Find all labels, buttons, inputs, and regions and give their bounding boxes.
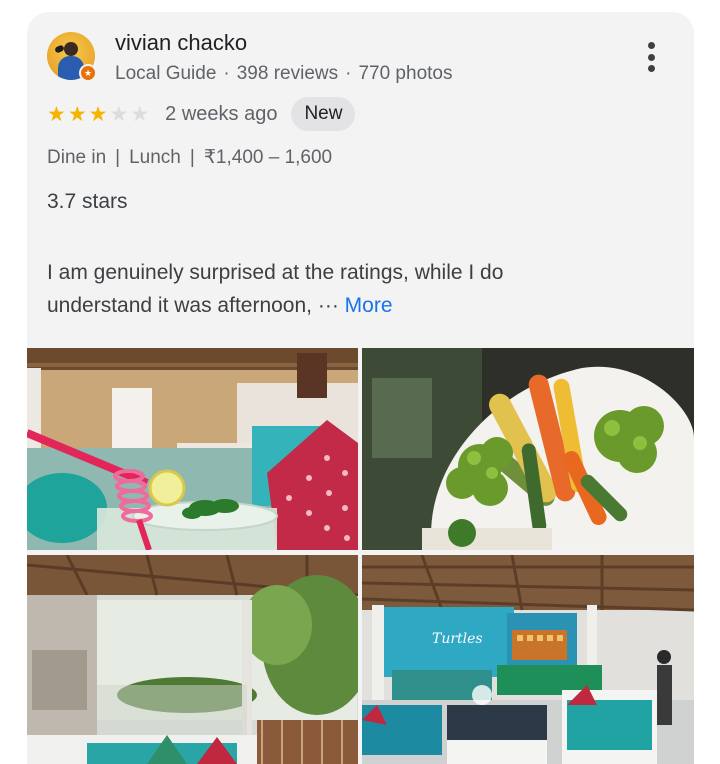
star-rating: ★ ★ ★ ★ ★ [47, 104, 149, 125]
star-filled-icon: ★ [67, 102, 87, 126]
new-badge: New [291, 97, 356, 131]
ellipsis: ··· [317, 294, 339, 317]
author-name[interactable]: vivian chacko [115, 30, 247, 56]
stars-text: 3.7 stars [47, 190, 128, 213]
visit-tags: Dine in | Lunch | ₹1,400 – 1,600 [47, 146, 332, 169]
meta-separator: · [223, 63, 230, 84]
rating-row: ★ ★ ★ ★ ★ 2 weeks ago New [47, 97, 356, 131]
visit-meal: Lunch [129, 147, 181, 168]
review-text-line-1: I am genuinely surprised at the ratings,… [47, 261, 504, 284]
local-guide-badge-icon: ★ [79, 64, 97, 82]
garden-seating-photo[interactable] [27, 555, 358, 764]
review-time: 2 weeks ago [165, 102, 278, 125]
star-empty-icon: ★ [130, 102, 150, 126]
visit-separator: | [189, 147, 195, 168]
review-text-line-2: understand it was afternoon, [47, 294, 318, 317]
visit-price: ₹1,400 – 1,600 [203, 147, 333, 168]
visit-type: Dine in [47, 147, 107, 168]
star-filled-icon: ★ [47, 102, 66, 126]
more-link[interactable]: More [345, 294, 393, 317]
local-guide-label: Local Guide [115, 63, 217, 84]
turtles-cafe-interior-photo[interactable]: Turtles [362, 555, 694, 764]
author-meta: Local Guide · 398 reviews · 770 photos [115, 63, 452, 85]
grilled-vegetables-photo[interactable] [362, 348, 694, 550]
mojito-drink-photo[interactable] [27, 348, 358, 550]
review-card[interactable]: ★ vivian chacko Local Guide · 398 reviews ·… [27, 12, 694, 764]
review-count: 398 reviews [236, 63, 339, 84]
more-vert-icon[interactable] [639, 40, 663, 74]
star-empty-icon: ★ [109, 102, 129, 126]
star-filled-icon: ★ [88, 102, 108, 126]
photo-count: 770 photos [358, 63, 453, 84]
turtles-sign: Turtles [432, 631, 483, 647]
review-text: I am genuinely surprised at the ratings,… [47, 256, 677, 322]
visit-separator: | [115, 147, 121, 168]
meta-separator: · [345, 63, 352, 84]
